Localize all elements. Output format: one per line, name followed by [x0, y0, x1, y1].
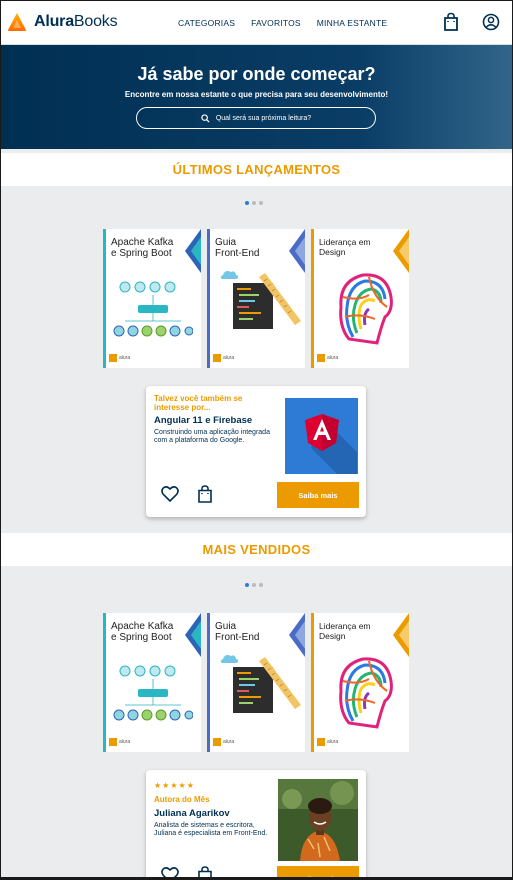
author-description: Analista de sistemas e escritora, Julian… [154, 822, 268, 837]
heart-favorite-icon[interactable] [161, 866, 179, 877]
top-header: AluraBooks CATEGORIAS FAVORITOS MINHA ES… [1, 1, 512, 45]
suggestion-kicker: Talvez você também se interesse por... [154, 394, 243, 412]
logo-triangle-icon [8, 13, 26, 31]
author-of-month-card: ★★★★★ Autora do Mês Juliana Agarikov Ana… [146, 770, 366, 877]
book-cover-guia-front-end[interactable]: Guia Front-End alura [207, 229, 305, 368]
nav-minha-estante[interactable]: MINHA ESTANTE [317, 18, 387, 28]
book-title: Liderança em Design [319, 621, 371, 641]
rating-stars: ★★★★★ [154, 781, 195, 790]
search-icon [201, 113, 210, 123]
hero-banner: Já sabe por onde começar? Encontre em no… [1, 45, 512, 149]
book-title: Apache Kafka e Spring Boot [111, 237, 174, 259]
saiba-mais-button[interactable]: Saiba mais [277, 866, 359, 877]
hero-title: Já sabe por onde começar? [137, 64, 376, 84]
book-cover-kafka[interactable]: Apache Kafka e Spring Boot alura [103, 613, 201, 752]
colorful-head-illustration [339, 273, 393, 345]
main-nav: CATEGORIAS FAVORITOS MINHA ESTANTE [178, 18, 403, 28]
search-placeholder: Qual será sua próxima leitura? [215, 114, 312, 122]
heart-favorite-icon[interactable] [161, 485, 179, 503]
book-title: Guia Front-End [215, 621, 260, 643]
author-name: Juliana Agarikov [154, 808, 230, 819]
kafka-diagram-illustration [113, 665, 193, 721]
author-photo [278, 779, 358, 861]
user-profile-icon[interactable] [482, 12, 500, 32]
book-cover-lideranca-design[interactable]: Liderança em Design alura [311, 613, 409, 752]
search-input[interactable]: Qual será sua próxima leitura? [136, 107, 376, 129]
book-corner-decoration [289, 229, 305, 273]
code-editor-illustration [220, 271, 301, 329]
colorful-head-illustration [339, 657, 393, 729]
author-kicker: Autora do Mês [154, 795, 210, 804]
alurabooks-logo[interactable]: AluraBooks [7, 12, 118, 32]
nav-categorias[interactable]: CATEGORIAS [178, 18, 235, 28]
logo-text: AluraBooks [34, 13, 118, 30]
book-title: Liderança em Design [319, 237, 371, 257]
book-cover-guia-front-end[interactable]: Guia Front-End alura [207, 613, 305, 752]
section-title-bestsellers: MAIS VENDIDOS [1, 533, 512, 566]
book-cover-kafka[interactable]: Apache Kafka e Spring Boot alura [103, 229, 201, 368]
shopping-bag-icon[interactable] [442, 12, 460, 32]
book-title: Apache Kafka e Spring Boot [111, 621, 174, 643]
code-editor-illustration [220, 655, 301, 713]
suggestion-book-title: Angular 11 e Firebase [154, 415, 253, 426]
nav-favoritos[interactable]: FAVORITOS [251, 18, 301, 28]
book-title: Guia Front-End [215, 237, 260, 259]
book-corner-decoration [185, 613, 201, 657]
book-corner-decoration [185, 229, 201, 273]
hero-subtitle: Encontre em nossa estante o que precisa … [124, 90, 389, 99]
book-corner-decoration [289, 613, 305, 657]
suggestion-description: Construindo uma aplicação integrada com … [154, 429, 270, 444]
carousel-dots-bestsellers[interactable] [245, 583, 266, 587]
book-cover-lideranca-design[interactable]: Liderança em Design alura [311, 229, 409, 368]
add-to-bag-icon[interactable] [196, 866, 214, 877]
page: AluraBooks CATEGORIAS FAVORITOS MINHA ES… [1, 1, 512, 877]
add-to-bag-icon[interactable] [196, 485, 214, 503]
kafka-diagram-illustration [113, 281, 193, 337]
carousel-dots-latest[interactable] [245, 201, 266, 205]
suggestion-card: Talvez você também se interesse por... A… [146, 386, 366, 517]
angular-book-cover-image [285, 398, 358, 474]
section-title-latest: ÚLTIMOS LANÇAMENTOS [1, 153, 512, 186]
saiba-mais-button[interactable]: Saiba mais [277, 482, 359, 508]
